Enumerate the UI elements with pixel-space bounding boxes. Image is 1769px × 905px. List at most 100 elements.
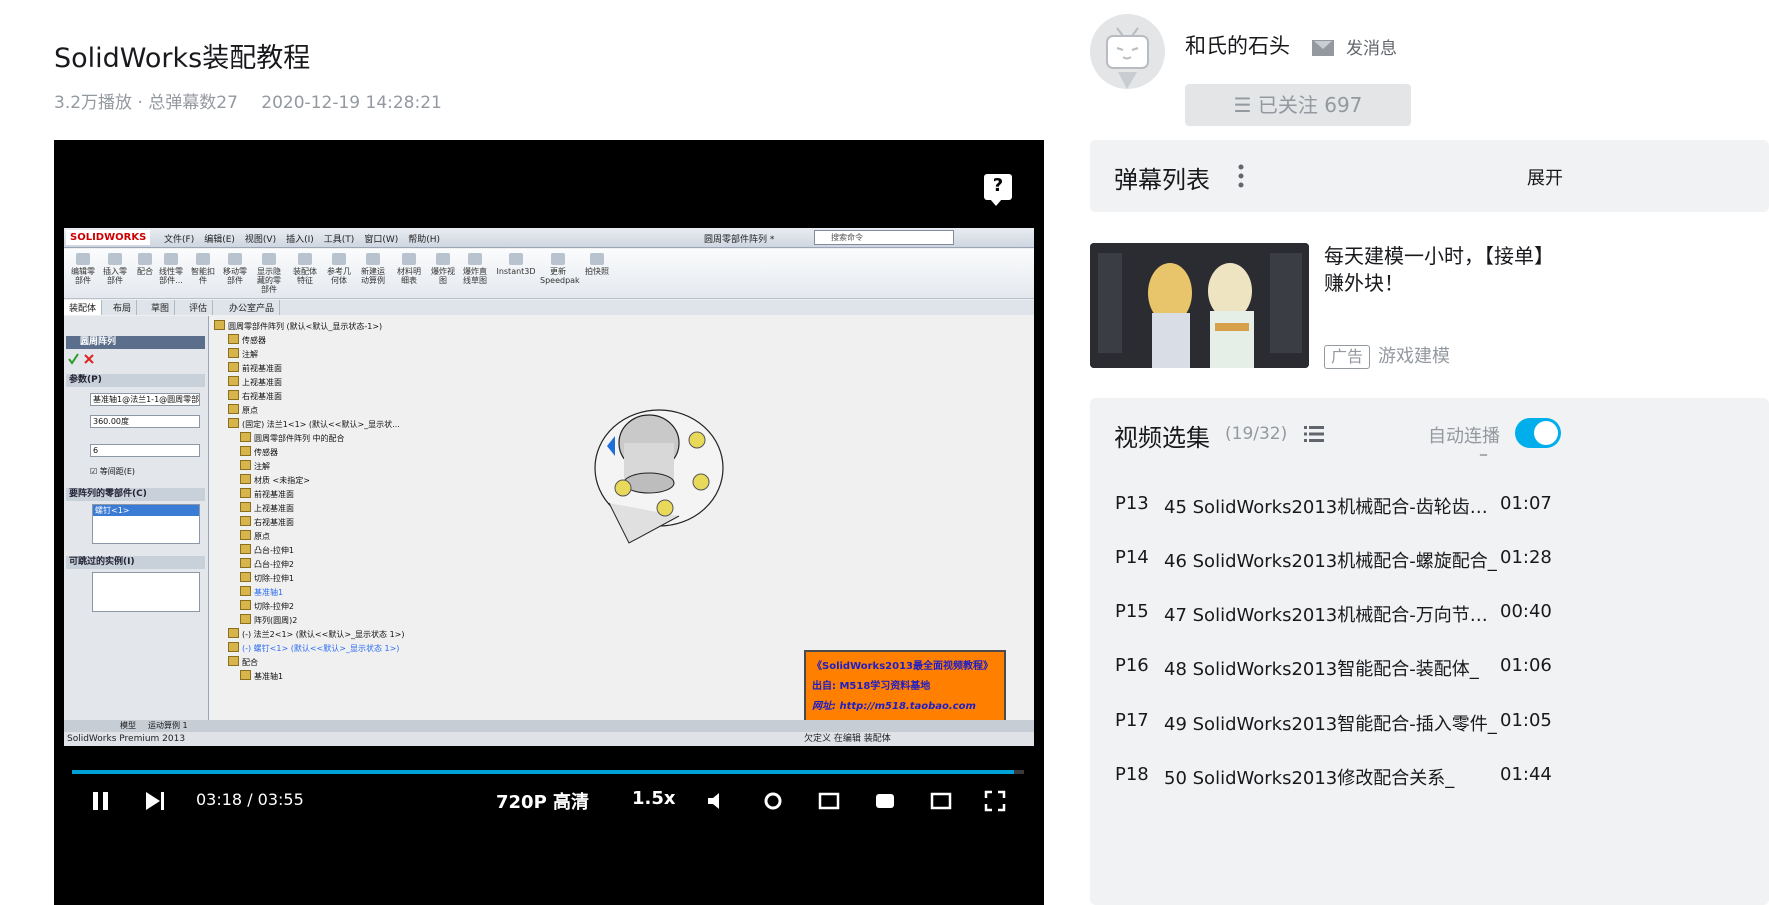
danmaku-list-title: 弹幕列表 (1114, 166, 1210, 194)
sw-tab: 装配体 (64, 300, 103, 315)
sw-pm-title: 圆周阵列 (66, 336, 205, 349)
sw-tree-node: 切除-拉伸1 (240, 572, 294, 584)
sw-tree-node: 右视基准面 (228, 390, 282, 402)
sw-ribbon-item: 爆炸直线草图 (460, 253, 490, 285)
banner-line: 《SolidWorks2013最全面视频教程》 (812, 661, 993, 672)
danmaku-expand-button[interactable]: 展开 (1527, 164, 1563, 190)
uploader-avatar[interactable] (1090, 14, 1165, 89)
follow-button[interactable]: ☰ 已关注 697 (1185, 84, 1411, 126)
sw-tree-node: 基准轴1 (240, 586, 283, 598)
settings-icon[interactable] (762, 790, 784, 812)
autoplay-dash: _ (1480, 440, 1487, 456)
episode-item[interactable]: P14 46 SolidWorks2013机械配合-螺旋配合_ 01:28 (1115, 547, 1769, 577)
sw-tree-node: 圆周零部件阵列 中的配合 (240, 432, 345, 444)
sw-ribbon: 编辑零部件 插入零部件 配合 线性零部件... 智能扣件 移动零部件 显示隐藏的… (64, 249, 1034, 299)
sw-property-manager: 圆周阵列 参数(P) 基准轴1@法兰1-1@圆周零部 360.00度 6 ☑ 等… (64, 316, 209, 721)
sw-tree-node: 原点 (240, 530, 270, 542)
sw-bottom-tab: 模型 (120, 721, 136, 730)
video-title: SolidWorks装配教程 (54, 43, 311, 74)
episode-number: P14 (1115, 547, 1149, 568)
sw-tree-node: 材质 <未指定> (240, 474, 310, 486)
sw-bottom-tab: 运动算例 1 (148, 721, 188, 730)
progress-fill (72, 770, 1015, 774)
video-player[interactable]: ? SOLIDWORKS 文件(F) 编辑(E) 视图(V) 插入(I) 工具(… (54, 140, 1044, 905)
watermark-banner: 《SolidWorks2013最全面视频教程》 出自: M518学习资料基地 网… (804, 650, 1006, 722)
sw-menu-item: 编辑(E) (204, 235, 235, 245)
ad-title[interactable]: 每天建模一小时，【接单】 赚外块！ (1324, 243, 1769, 297)
autoplay-label: 自动连播 (1428, 426, 1500, 447)
banner-line: 网址: http://m518.taobao.com (812, 701, 976, 712)
sw-menu-item: 文件(F) (164, 235, 195, 245)
progress-bar[interactable] (72, 770, 1024, 774)
uploader-name[interactable]: 和氏的石头 (1185, 30, 1290, 60)
toggle-knob (1534, 421, 1558, 445)
sw-ok-cancel-icon (68, 353, 94, 365)
episode-title: 46 SolidWorks2013机械配合-螺旋配合_ (1164, 551, 1497, 572)
sw-tree-node: 圆周零部件阵列 (默认<默认_显示状态-1>) (214, 320, 382, 332)
video-stats: 3.2万播放 · 总弹幕数27 (54, 93, 238, 113)
sw-tree-node: 基准轴1 (240, 670, 283, 682)
quality-button[interactable]: 720P 高清 (496, 788, 589, 814)
sw-tree-node: 注解 (240, 460, 270, 472)
sw-tree-node: 传感器 (228, 334, 266, 346)
episode-number: P18 (1115, 764, 1149, 785)
episode-item[interactable]: P18 50 SolidWorks2013修改配合关系_ 01:44 (1115, 764, 1769, 794)
sw-ribbon-item: 显示隐藏的零部件 (254, 253, 284, 294)
sw-tab: 评估 (184, 300, 214, 315)
ad-title-line: 每天建模一小时，【接单】 (1324, 244, 1554, 268)
sw-menu-item: 帮助(H) (408, 235, 441, 245)
volume-icon[interactable] (706, 790, 728, 812)
list-view-icon[interactable] (1304, 425, 1324, 443)
sw-tree-node: (-) 法兰2<1> (默认<<默认>_显示状态 1>) (228, 628, 405, 640)
sw-pm-skip-box (92, 572, 200, 612)
mail-icon (1312, 40, 1334, 56)
tv-mascot-icon (1106, 27, 1149, 89)
episode-item[interactable]: P13 45 SolidWorks2013机械配合-齿轮齿条配合 01:07 (1115, 493, 1769, 523)
pause-icon[interactable] (90, 790, 112, 812)
ad-thumbnail[interactable] (1090, 243, 1309, 368)
sw-statusbar: SolidWorks Premium 2013 欠定义 在编辑 装配体 (64, 732, 1034, 746)
player-controls: 03:18 / 03:55 720P 高清 1.5x (54, 788, 1044, 818)
speed-button[interactable]: 1.5x (632, 788, 676, 809)
time-display: 03:18 / 03:55 (196, 790, 304, 809)
episode-item[interactable]: P17 49 SolidWorks2013智能配合-插入零件_ 01:05 (1115, 710, 1769, 740)
sw-ribbon-item: 拍快照 (582, 253, 612, 276)
help-icon[interactable]: ? (984, 174, 1012, 206)
next-icon[interactable] (144, 790, 166, 812)
sw-tree-node: 上视基准面 (228, 376, 282, 388)
episode-duration: 01:07 (1500, 493, 1552, 514)
episode-number: P17 (1115, 710, 1149, 731)
sw-feature-tree: 圆周零部件阵列 (默认<默认_显示状态-1>) 传感器 注解 前视基准面 上视基… (212, 316, 512, 721)
pip-icon[interactable] (874, 790, 896, 812)
episode-duration: 01:05 (1500, 710, 1552, 731)
sw-tree-node: 切除-拉伸2 (240, 600, 294, 612)
sw-tab: 办公室产品 (224, 300, 281, 315)
fullscreen-icon[interactable] (984, 790, 1006, 812)
send-message-label: 发消息 (1346, 39, 1397, 59)
sw-document-title: 圆周零部件阵列 * (704, 235, 775, 245)
episode-item[interactable]: P16 48 SolidWorks2013智能配合-装配体_ 01:06 (1115, 655, 1769, 685)
sw-ribbon-item: 装配体特征 (290, 253, 320, 285)
sw-tree-node: (固定) 法兰1<1> (默认<<默认>_显示状... (228, 418, 400, 430)
autoplay-toggle[interactable] (1515, 418, 1561, 448)
danmaku-toggle-icon[interactable] (818, 790, 840, 812)
series-title: 视频选集 (1114, 424, 1210, 452)
video-date: 2020-12-19 14:28:21 (261, 93, 442, 113)
sw-ribbon-item: 材料明细表 (394, 253, 424, 285)
sw-pm-axis-field: 基准轴1@法兰1-1@圆周零部 (90, 393, 200, 406)
widescreen-icon[interactable] (930, 790, 952, 812)
sw-menu-item: 插入(I) (286, 235, 314, 245)
send-message-button[interactable]: 发消息 (1312, 34, 1397, 59)
more-vertical-icon[interactable] (1238, 164, 1244, 188)
ad-source: 广告 游戏建模 (1324, 342, 1450, 369)
sw-tree-node: 凸台-拉伸1 (240, 544, 294, 556)
cad-flange-model (594, 409, 724, 544)
sw-tree-node: 传感器 (240, 446, 278, 458)
episode-title: 48 SolidWorks2013智能配合-装配体_ (1164, 659, 1479, 680)
banner-line: 出自: M518学习资料基地 (812, 681, 931, 692)
episode-number: P13 (1115, 493, 1149, 514)
episode-duration: 00:40 (1500, 601, 1552, 622)
episode-item[interactable]: P15 47 SolidWorks2013机械配合-万向节配合 00:40 (1115, 601, 1769, 631)
sw-menu: 文件(F) 编辑(E) 视图(V) 插入(I) 工具(T) 窗口(W) 帮助(H… (164, 232, 440, 245)
danmaku-list-panel[interactable]: 弹幕列表 展开 (1090, 140, 1769, 212)
